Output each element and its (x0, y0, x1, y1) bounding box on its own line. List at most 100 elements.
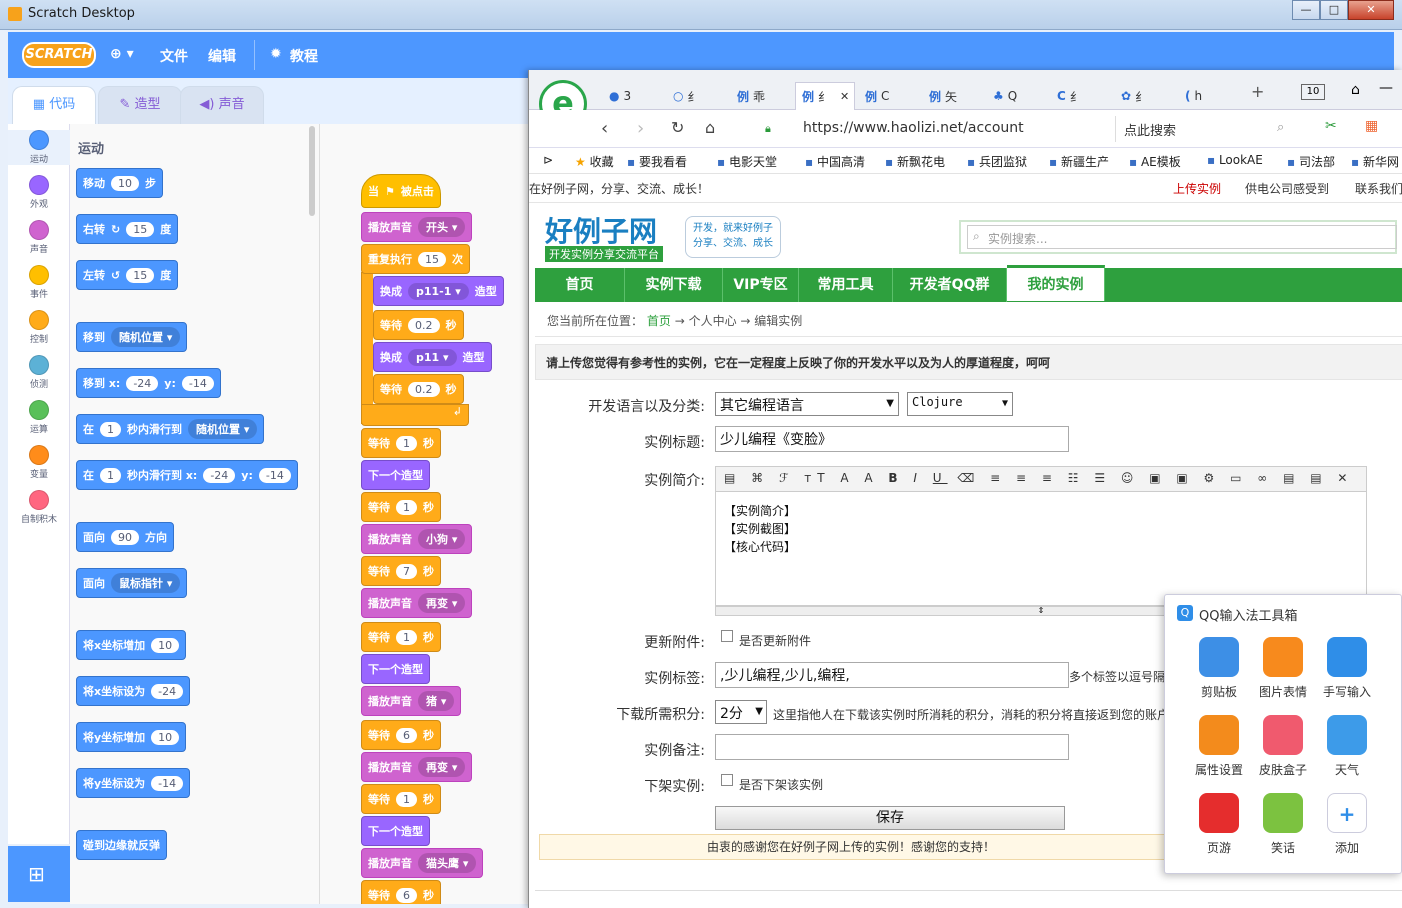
nav-item[interactable]: 开发者QQ群 (893, 268, 1007, 302)
site-name-logo[interactable]: 好例子网 (545, 210, 657, 250)
number-input[interactable]: 7 (396, 563, 417, 579)
play-sound-block[interactable]: 播放声音 再变 (361, 752, 473, 782)
browser-tab[interactable]: ♣ Q (987, 82, 1047, 110)
scissors-icon[interactable]: ✂ (1325, 118, 1337, 134)
wait-block[interactable]: 等待 7 秒 (361, 556, 441, 586)
number-input[interactable]: 15 (126, 221, 155, 237)
menu-file[interactable]: 文件 (160, 46, 188, 66)
number-input[interactable]: -24 (151, 683, 184, 699)
dropdown-field[interactable]: p11 (408, 348, 457, 366)
bookmark-item[interactable]: ▪ 要我看看 (627, 153, 687, 170)
wait-block[interactable]: 等待 1 秒 (361, 784, 441, 814)
contact-link[interactable]: 联系我们 (1355, 180, 1402, 197)
next-costume-block[interactable]: 下一个造型 (361, 460, 430, 490)
number-input[interactable]: 1 (396, 791, 417, 807)
wait-block[interactable]: 等待 1 秒 (361, 622, 441, 652)
tab-count-badge[interactable]: 10 (1301, 84, 1325, 100)
add-extension-button[interactable]: ⊞ (8, 846, 70, 902)
dropdown-field[interactable]: 小狗 (418, 529, 466, 549)
point-direction-block[interactable]: 面向 90 方向 (76, 522, 174, 552)
wait-block[interactable]: 等待 6 秒 (361, 880, 441, 904)
palette-scrollbar[interactable] (309, 126, 315, 216)
remark-input[interactable] (715, 734, 1069, 760)
editor-toolbar[interactable]: ▤ ⌘ ℱ ᴛT A A B I U ⌫ ≡ ≡ ≡ ☷ ☰ ☺ ▣ ▣ ⚙ ▭… (715, 466, 1367, 492)
category-select[interactable]: Clojure ▼ (907, 392, 1013, 416)
number-input[interactable]: -14 (258, 467, 291, 483)
category-4[interactable]: 控制 (8, 310, 70, 345)
play-sound-block[interactable]: 播放声音 开头 (361, 212, 473, 242)
close-tab-icon[interactable]: ✕ (840, 90, 849, 103)
play-sound-block[interactable]: 播放声音 猫头鹰 (361, 848, 484, 878)
browser-tab[interactable]: ✿ 纟 (1115, 82, 1175, 110)
search-icon[interactable]: ⌕ (1277, 120, 1284, 135)
maximize-button[interactable]: □ (1320, 0, 1348, 20)
new-tab-button[interactable]: + (1251, 82, 1264, 101)
top-link-2[interactable]: 供电公司感受到 (1245, 180, 1329, 197)
bookmark-item[interactable]: ▪ 兵团监狱 (967, 153, 1027, 170)
move-block[interactable]: 移动 10 步 (76, 168, 163, 198)
intro-editor[interactable]: 【实例简介】 【实例截图】 【核心代码】 (715, 492, 1367, 606)
breadcrumb-user-center[interactable]: 个人中心 (689, 314, 737, 328)
dropdown-field[interactable]: 猪 (418, 691, 455, 711)
play-sound-block[interactable]: 播放声音 再变 (361, 588, 473, 618)
turn-left-block[interactable]: 左转 ↺ 15 度 (76, 260, 179, 290)
number-input[interactable]: -14 (181, 375, 214, 391)
nav-item[interactable]: 常用工具 (799, 268, 893, 302)
set-x-block[interactable]: 将x坐标设为 -24 (76, 676, 191, 706)
number-input[interactable]: 10 (151, 729, 180, 745)
number-input[interactable]: 10 (111, 175, 139, 191)
number-input[interactable]: -24 (203, 467, 236, 483)
goto-xy-block[interactable]: 移到 x: -24 y: -14 (76, 368, 221, 398)
save-button[interactable]: 保存 (715, 806, 1065, 830)
dropdown-field[interactable]: 再变 (418, 757, 466, 777)
glide-xy-block[interactable]: 在 1 秒内滑行到 x: -24 y: -14 (76, 460, 298, 490)
language-globe-icon[interactable]: ⊕ ▾ (110, 46, 134, 62)
bookmark-item[interactable]: ▪ 司法部 (1287, 153, 1335, 170)
bookmark-item[interactable]: ▪ 中国高清 (805, 153, 865, 170)
number-input[interactable]: -24 (126, 375, 159, 391)
when-flag-clicked-block[interactable]: 当 ⚑ 被点击 (361, 174, 441, 208)
bookmark-item[interactable]: ▪ 新华网 (1351, 153, 1399, 170)
change-x-block[interactable]: 将x坐标增加 10 (76, 630, 187, 660)
set-y-block[interactable]: 将y坐标设为 -14 (76, 768, 191, 798)
url-field[interactable]: https://www.haolizi.net/account (803, 120, 1024, 136)
bookmark-item[interactable]: ▪ LookAE (1207, 153, 1263, 167)
number-input[interactable]: -14 (151, 775, 184, 791)
turn-right-block[interactable]: 右转 ↻ 15 度 (76, 214, 179, 244)
browser-tab[interactable]: 例C (859, 82, 919, 110)
tab-sounds[interactable]: ◀) 声音 (180, 86, 264, 124)
browser-tab[interactable]: ○ 纟 (667, 82, 727, 110)
repeat-block[interactable]: 重复执行 15 次 (361, 244, 470, 274)
apps-icon[interactable]: ▦ (1365, 118, 1378, 134)
shirt-icon[interactable]: ⌂ (1351, 82, 1360, 98)
number-input[interactable]: 1 (396, 499, 417, 515)
tags-input[interactable]: ,少儿编程,少儿,编程, (715, 662, 1069, 688)
qq-tool-item[interactable]: + 添加 (1315, 793, 1379, 856)
offline-checkbox[interactable] (721, 774, 733, 786)
nav-item[interactable]: VIP专区 (723, 268, 799, 302)
dropdown-field[interactable]: p11-1 (408, 282, 469, 300)
forward-icon[interactable]: › (637, 118, 644, 139)
upload-link[interactable]: 上传实例 (1173, 180, 1221, 197)
number-input[interactable]: 90 (111, 529, 139, 545)
bookmark-toggle-icon[interactable]: ⊳ (543, 153, 553, 167)
wait-block[interactable]: 等待 0.2 秒 (373, 374, 464, 404)
dropdown-field[interactable]: 鼠标指针 (111, 573, 181, 593)
category-1[interactable]: 外观 (8, 175, 70, 210)
menu-tutorials[interactable]: 教程 (290, 46, 318, 66)
nav-item[interactable]: 我的实例 (1007, 265, 1105, 301)
glide-block[interactable]: 在 1 秒内滑行到 随机位置 (76, 414, 265, 444)
browser-search-input[interactable]: 点此搜索 (1115, 116, 1295, 142)
dropdown-field[interactable]: 开头 (418, 217, 466, 237)
wait-block[interactable]: 等待 1 秒 (361, 492, 441, 522)
close-button[interactable]: ✕ (1348, 0, 1394, 20)
browser-tab[interactable]: ● 3 (603, 82, 663, 110)
next-costume-block[interactable]: 下一个造型 (361, 816, 430, 846)
dropdown-field[interactable]: 随机位置 (188, 419, 258, 439)
dropdown-field[interactable]: 再变 (418, 593, 466, 613)
nav-item[interactable]: 首页 (535, 268, 625, 302)
attach-checkbox[interactable] (721, 630, 733, 642)
qq-tool-item[interactable]: 剪贴板 (1187, 637, 1251, 700)
dropdown-field[interactable]: 猫头鹰 (418, 853, 477, 873)
dropdown-field[interactable]: 随机位置 (111, 327, 181, 347)
